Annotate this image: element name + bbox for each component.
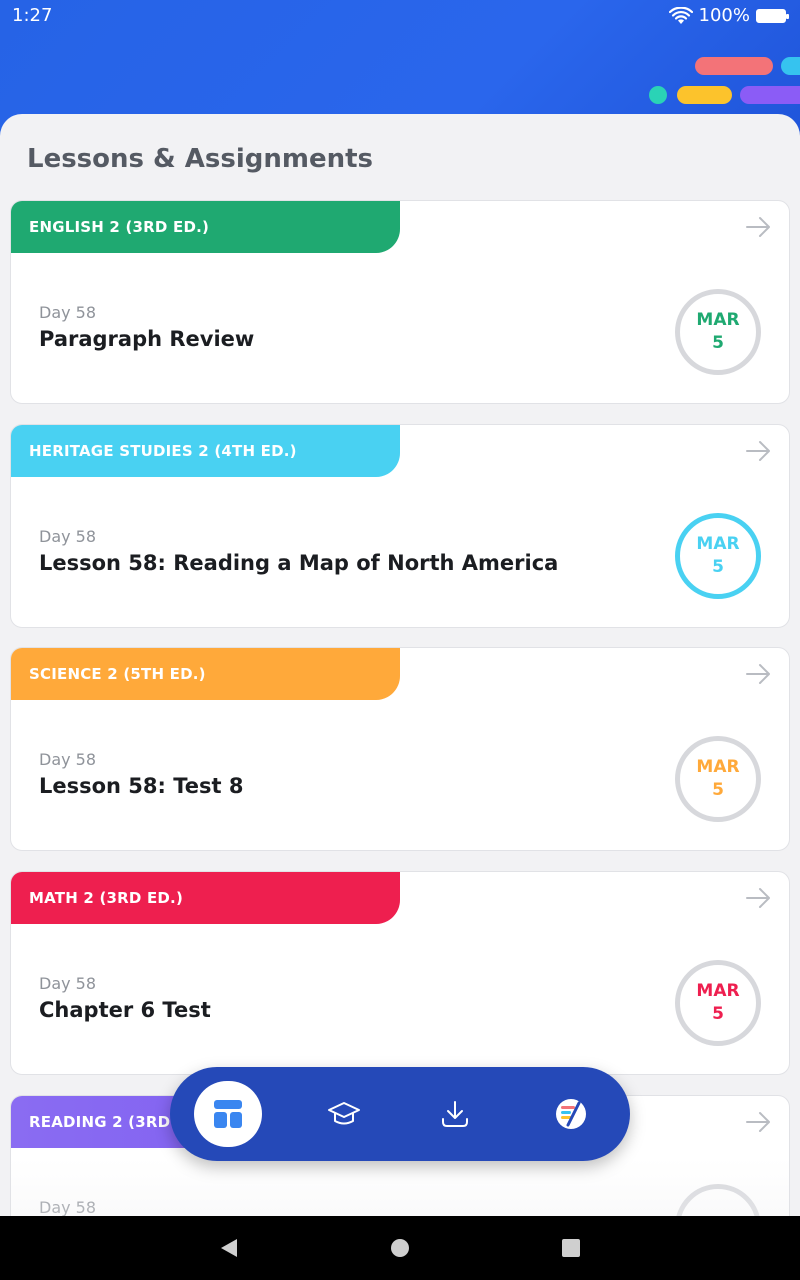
lesson-card-math[interactable]: MATH 2 (3RD ED.) Day 58 Chapter 6 Test M… [10, 871, 790, 1075]
lesson-title: Paragraph Review [39, 327, 255, 351]
lesson-title: Chapter 6 Test [39, 998, 211, 1022]
course-tab: HERITAGE STUDIES 2 (4TH ED.) [11, 425, 400, 477]
nav-app[interactable] [537, 1081, 605, 1147]
battery-icon [756, 8, 789, 23]
arrow-right-icon[interactable] [745, 662, 773, 686]
page-title: Lessons & Assignments [27, 144, 374, 174]
due-date-badge: MAR 5 [675, 289, 761, 375]
download-icon [442, 1101, 468, 1127]
due-date-badge: MAR 5 [675, 736, 761, 822]
arrow-right-icon[interactable] [745, 439, 773, 463]
graduation-cap-icon [328, 1102, 360, 1125]
course-tab: MATH 2 (3RD ED.) [11, 872, 400, 924]
due-month: MAR [696, 310, 740, 330]
arrow-right-icon[interactable] [745, 1110, 773, 1134]
wifi-icon [668, 6, 693, 24]
due-date-badge: MAR 5 [675, 513, 761, 599]
nav-downloads[interactable] [421, 1081, 489, 1147]
due-day: 5 [712, 1004, 724, 1024]
due-date-badge [675, 1184, 761, 1216]
due-day: 5 [712, 557, 724, 577]
due-day: 5 [712, 333, 724, 353]
recents-icon[interactable] [561, 1238, 581, 1258]
status-indicators: 100% [668, 5, 789, 26]
due-month: MAR [696, 757, 740, 777]
nav-dashboard[interactable] [194, 1081, 262, 1147]
day-label: Day 58 [39, 1198, 97, 1216]
system-navigation-bar [0, 1216, 800, 1280]
due-date-badge: MAR 5 [675, 960, 761, 1046]
due-day: 5 [712, 780, 724, 800]
dashboard-icon [214, 1100, 242, 1128]
course-tab: ENGLISH 2 (3RD ED.) [11, 201, 400, 253]
due-month: MAR [696, 534, 740, 554]
day-label: Day 58 [39, 750, 97, 769]
lesson-title: Lesson 58: Reading a Map of North Americ… [39, 551, 559, 575]
nav-courses[interactable] [310, 1081, 378, 1147]
lessons-sheet: Lessons & Assignments ENGLISH 2 (3RD ED.… [0, 114, 800, 1216]
bottom-navigation [170, 1067, 630, 1161]
back-icon[interactable] [219, 1238, 239, 1258]
arrow-right-icon[interactable] [745, 215, 773, 239]
app-logo-icon [556, 1099, 586, 1129]
lesson-card-heritage-studies[interactable]: HERITAGE STUDIES 2 (4TH ED.) Day 58 Less… [10, 424, 790, 628]
decor-dot-teal [649, 86, 667, 104]
course-tab: SCIENCE 2 (5TH ED.) [11, 648, 400, 700]
lesson-title: Lesson 58: Test 8 [39, 774, 244, 798]
due-month: MAR [696, 981, 740, 1001]
decor-pill-cyan [781, 57, 800, 75]
lesson-card-science[interactable]: SCIENCE 2 (5TH ED.) Day 58 Lesson 58: Te… [10, 647, 790, 851]
decor-pill-red [695, 57, 773, 75]
arrow-right-icon[interactable] [745, 886, 773, 910]
day-label: Day 58 [39, 527, 97, 546]
decor-pill-purple [740, 86, 800, 104]
battery-percent: 100% [698, 5, 750, 26]
status-bar: 1:27 100% [0, 0, 800, 32]
lesson-card-english[interactable]: ENGLISH 2 (3RD ED.) Day 58 Paragraph Rev… [10, 200, 790, 404]
day-label: Day 58 [39, 974, 97, 993]
day-label: Day 58 [39, 303, 97, 322]
status-time: 1:27 [12, 5, 53, 26]
home-icon[interactable] [390, 1238, 410, 1258]
decor-pill-yellow [677, 86, 732, 104]
